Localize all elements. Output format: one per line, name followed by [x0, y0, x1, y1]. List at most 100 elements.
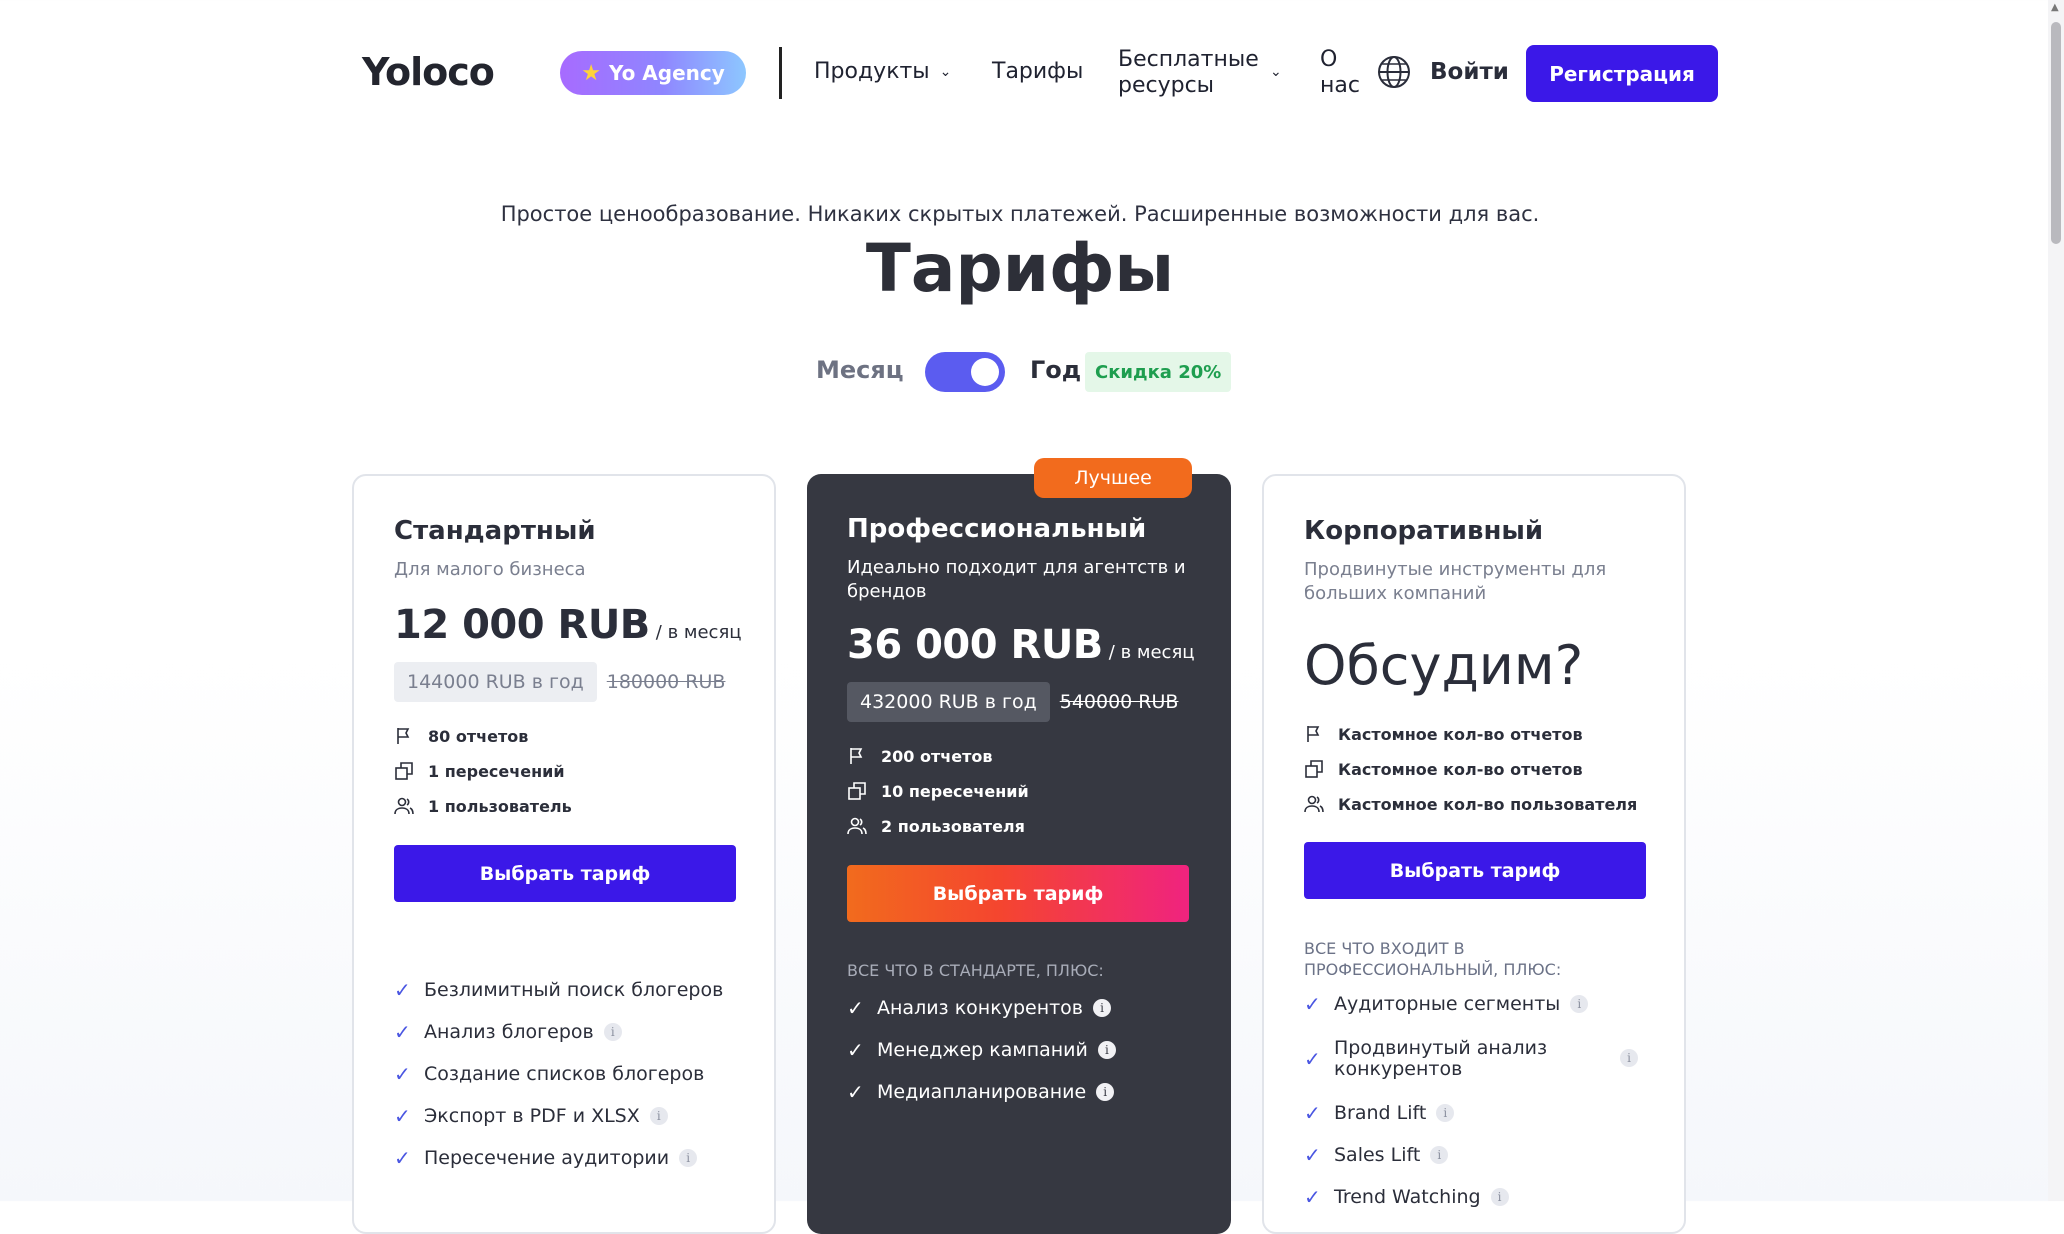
info-icon[interactable]: i — [1093, 999, 1112, 1017]
users-icon — [1304, 795, 1324, 813]
info-icon[interactable]: i — [603, 1023, 622, 1041]
bullet-item: ✓ Продвинутый анализ конкурентов — [1304, 1038, 1547, 1080]
globe-icon[interactable] — [1377, 55, 1411, 89]
yo-agency-badge[interactable]: ★ Yo Agency — [560, 51, 746, 95]
plan-year-price: 432000 RUB в год — [847, 682, 1050, 722]
plan-subtitle-line1: Идеально подходит для агентств и — [847, 557, 1186, 578]
billing-period-toggle[interactable] — [925, 352, 1005, 392]
feature-intersections: 10 пересечений — [847, 781, 1029, 801]
billing-month-label[interactable]: Месяц — [816, 356, 904, 384]
plan-card-corporate: Корпоративный Продвинутые инструменты дл… — [1262, 474, 1686, 1234]
info-icon[interactable]: i — [1490, 1188, 1509, 1206]
bullet-item: ✓ Менеджер кампаний i — [847, 1038, 1116, 1062]
info-icon[interactable]: i — [1570, 995, 1589, 1013]
plan-old-price: 180000 RUB — [606, 671, 726, 693]
copy-icon — [1305, 760, 1323, 778]
bullet-item: ✓ Аудиторные сегменты i — [1304, 992, 1589, 1016]
bullet-label: Экспорт в PDF и XLSX — [424, 1105, 640, 1127]
nav-about-line1: О — [1320, 47, 1338, 72]
feature-users: Кастомное кол-во пользователя — [1304, 794, 1637, 814]
nav-about[interactable]: О нас — [1320, 47, 1360, 99]
check-icon: ✓ — [847, 996, 864, 1020]
plan-name: Корпоративный — [1304, 516, 1544, 546]
scroll-up-arrow-icon[interactable]: ▲ — [2051, 2, 2059, 13]
bullet-label: Медиапланирование — [877, 1081, 1087, 1103]
nav-products-label: Продукты — [814, 59, 930, 84]
plan-price: 36 000 RUB — [847, 622, 1103, 668]
includes-heading: ВСЕ ЧТО В СТАНДАРТЕ, ПЛЮС: — [847, 961, 1104, 980]
flag-icon — [397, 728, 410, 744]
feature-reports: Кастомное кол-во отчетов — [1304, 724, 1583, 744]
feature-label: Кастомное кол-во отчетов — [1338, 759, 1583, 779]
chevron-down-icon[interactable]: ⌄ — [1270, 64, 1282, 80]
bullet-item: ✓ Brand Lift i — [1304, 1101, 1455, 1125]
pricing-tagline: Простое ценообразование. Никаких скрытых… — [500, 202, 1540, 226]
feature-users: 2 пользователя — [847, 816, 1025, 836]
nav-products[interactable]: Продукты ⌄ — [814, 59, 951, 84]
plan-price: Обсудим? — [1304, 634, 1584, 697]
feature-intersections: Кастомное кол-во отчетов — [1304, 759, 1583, 779]
plan-subtitle: Для малого бизнеса — [394, 559, 586, 580]
best-plan-badge: Лучшее — [1034, 458, 1192, 498]
info-icon[interactable]: i — [649, 1107, 668, 1125]
feature-label: 200 отчетов — [881, 746, 993, 766]
discount-badge: Скидка 20% — [1085, 352, 1232, 392]
feature-label: 2 пользователя — [881, 816, 1025, 836]
plan-subtitle-line2: брендов — [847, 581, 927, 602]
nav-free-resources-line1: Бесплатные — [1118, 47, 1259, 72]
plan-card-professional: Профессиональный Идеально подходит для а… — [807, 474, 1231, 1234]
toggle-knob — [971, 358, 999, 386]
feature-reports: 200 отчетов — [847, 746, 992, 766]
feature-label: 1 пользователь — [428, 796, 572, 816]
nav-pricing[interactable]: Тарифы — [992, 59, 1083, 84]
feature-intersections: 1 пересечений — [394, 761, 565, 781]
feature-label: 80 отчетов — [428, 726, 529, 746]
bullet-label: Анализ конкурентов — [877, 997, 1084, 1019]
login-link[interactable]: Войти — [1430, 59, 1509, 85]
nav-free-resources-line2: ресурсы — [1118, 73, 1215, 98]
plan-subtitle-line2: больших компаний — [1304, 583, 1487, 604]
bullet-label: Создание списков блогеров — [424, 1063, 705, 1085]
feature-label: Кастомное кол-во отчетов — [1338, 724, 1583, 744]
bullet-label: Анализ блогеров — [424, 1021, 594, 1043]
billing-year-label[interactable]: Год — [1030, 356, 1081, 384]
info-icon[interactable]: i — [1430, 1146, 1449, 1164]
nav-about-line2: нас — [1320, 73, 1360, 98]
check-icon: ✓ — [394, 1020, 411, 1044]
bullet-item: ✓ Sales Lift i — [1304, 1143, 1449, 1167]
bullet-item: ✓ Trend Watching i — [1304, 1185, 1509, 1209]
choose-plan-button[interactable]: Выбрать тариф — [1304, 842, 1646, 899]
check-icon: ✓ — [847, 1080, 864, 1104]
check-icon: ✓ — [394, 1146, 411, 1170]
plan-subtitle-line1: Продвинутые инструменты для — [1304, 559, 1607, 580]
check-icon: ✓ — [1304, 1101, 1321, 1125]
choose-plan-button[interactable]: Выбрать тариф — [394, 845, 736, 902]
info-icon[interactable]: i — [679, 1149, 698, 1167]
choose-plan-button[interactable]: Выбрать тариф — [847, 865, 1189, 922]
bullet-label: Менеджер кампаний — [877, 1039, 1088, 1061]
users-icon — [394, 797, 414, 815]
copy-icon — [848, 782, 866, 800]
feature-label: 10 пересечений — [881, 781, 1029, 801]
scrollbar-thumb[interactable] — [2051, 22, 2061, 244]
feature-users: 1 пользователь — [394, 796, 572, 816]
includes-heading-line2: ПРОФЕССИОНАЛЬНЫЙ, ПЛЮС: — [1304, 960, 1562, 979]
header-divider — [779, 47, 782, 99]
signup-button[interactable]: Регистрация — [1526, 45, 1718, 102]
plan-year-price: 144000 RUB в год — [394, 662, 597, 702]
check-icon: ✓ — [394, 978, 411, 1002]
bullet-item: ✓ Экспорт в PDF и XLSX i — [394, 1104, 668, 1128]
info-icon[interactable]: i — [1096, 1083, 1115, 1101]
bullet-label: Пересечение аудитории — [424, 1147, 670, 1169]
info-icon[interactable]: i — [1436, 1104, 1455, 1122]
plan-subtitle: Идеально подходит для агентств и брендов — [847, 556, 1186, 604]
feature-reports: 80 отчетов — [394, 726, 528, 746]
bullet-label-line1: Продвинутый анализ — [1334, 1037, 1548, 1059]
yo-agency-label: Yo Agency — [608, 61, 725, 85]
plan-card-standard: Стандартный Для малого бизнеса 12 000 RU… — [352, 474, 776, 1234]
info-icon[interactable]: i — [1097, 1041, 1116, 1059]
info-icon[interactable]: i — [1620, 1049, 1638, 1067]
plan-name: Стандартный — [394, 516, 596, 546]
yoloco-logo[interactable]: Yoloco — [362, 50, 495, 94]
nav-free-resources[interactable]: Бесплатные ресурсы — [1118, 47, 1259, 99]
